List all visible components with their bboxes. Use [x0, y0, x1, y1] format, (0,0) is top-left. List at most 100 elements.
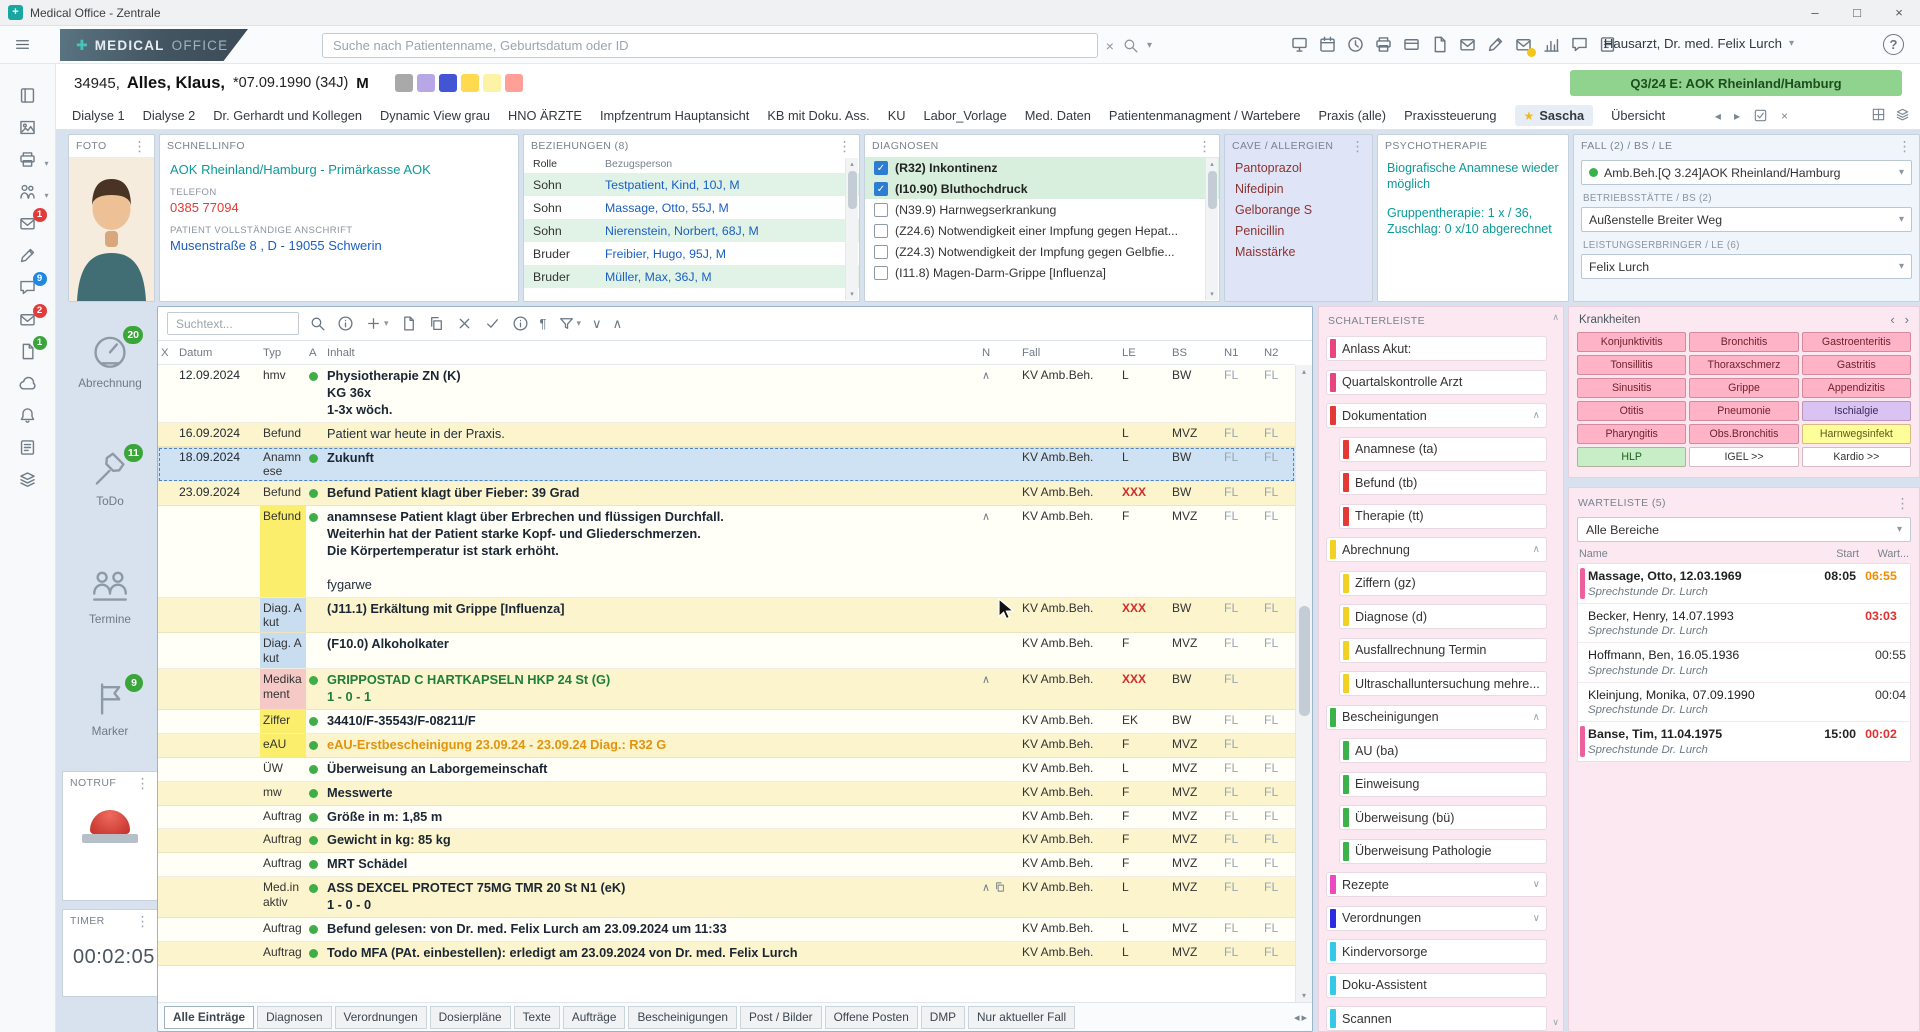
schalter-therapie-tt[interactable]: Therapie (tt) [1339, 504, 1547, 529]
scroll-thumb[interactable] [848, 171, 857, 209]
entry-details-button[interactable] [512, 315, 529, 332]
sign-icon[interactable] [1486, 35, 1505, 54]
timeline-row[interactable]: AuftragGröße in m: 1,85 mKV Amb.Beh.FMVZ… [158, 806, 1295, 830]
schalter-ultraschalluntersuchung-mehre[interactable]: Ultraschalluntersuchung mehre... [1339, 671, 1547, 696]
patient-record-icon[interactable] [17, 86, 39, 105]
krankheit-obs-bronchitis[interactable]: Obs.Bronchitis [1689, 424, 1798, 444]
tab-close-icon[interactable]: × [1781, 109, 1788, 123]
column-header-n2[interactable]: N2 [1261, 347, 1295, 359]
cloud-icon[interactable] [17, 374, 39, 393]
timeline-row[interactable]: Ziffer34410/F-35543/F-08211/FKV Amb.Beh.… [158, 710, 1295, 734]
krankheit-thoraxschmerz[interactable]: Thoraxschmerz [1689, 355, 1798, 375]
search-entries-button[interactable] [309, 315, 326, 332]
card-reader-icon[interactable] [1402, 35, 1421, 54]
layout-icon[interactable] [1895, 107, 1910, 122]
timeline-row[interactable]: ÜWÜberweisung an LaborgemeinschaftKV Amb… [158, 758, 1295, 782]
timeline-row[interactable]: AuftragMRT SchädelKV Amb.Beh.FMVZFLFL [158, 853, 1295, 877]
schalter-doku-assistent[interactable]: Doku-Assistent [1326, 973, 1547, 998]
column-header-x[interactable]: X [158, 347, 176, 359]
krankheit-bronchitis[interactable]: Bronchitis [1689, 332, 1798, 352]
patient-search-input[interactable] [322, 33, 1098, 58]
contacts-icon[interactable]: ▾ [17, 182, 39, 201]
emergency-button[interactable] [63, 810, 157, 843]
inbox-icon[interactable] [1514, 35, 1533, 54]
collapse-icon[interactable]: ∧ [982, 881, 990, 914]
tab-labor-vorlage[interactable]: Labor_Vorlage [924, 108, 1007, 123]
krankheit-tonsillitis[interactable]: Tonsillitis [1577, 355, 1686, 375]
print-icon[interactable]: ▾ [17, 150, 39, 169]
krankheit-ischialgie[interactable]: Ischialgie [1802, 401, 1911, 421]
linked-entry-icon[interactable] [994, 881, 1006, 914]
timeline-row[interactable]: 12.09.2024hmvPhysiotherapie ZN (K)KG 36x… [158, 365, 1295, 423]
archive-icon[interactable] [17, 470, 39, 489]
shortcut-marker[interactable]: 9Marker [62, 678, 158, 738]
timeline-row[interactable]: Diag. Akut(F10.0) AlkoholkaterKV Amb.Beh… [158, 633, 1295, 669]
column-header-a[interactable]: A [306, 347, 324, 359]
diagnose-checkbox[interactable]: ✓ [874, 161, 888, 175]
timeline-row[interactable]: eAUeAU-Erstbescheinigung 23.09.24 - 23.0… [158, 734, 1295, 758]
scroll-down-icon[interactable]: ▾ [1210, 290, 1214, 298]
scroll-thumb[interactable] [1208, 171, 1217, 209]
messages-icon[interactable] [1570, 35, 1589, 54]
scroll-down-icon[interactable]: ▾ [850, 290, 854, 298]
scroll-down-icon[interactable]: ∨ [1552, 1017, 1559, 1028]
krankheit-konjunktivitis[interactable]: Konjunktivitis [1577, 332, 1686, 352]
schalter-ueberweisung-bue[interactable]: Überweisung (bü) [1339, 805, 1547, 830]
patient-marker[interactable] [439, 74, 457, 92]
collapse-icon[interactable]: ∧ [982, 369, 990, 419]
chevron-down-icon[interactable]: ∨ [1533, 879, 1540, 890]
schalter-einweisung[interactable]: Einweisung [1339, 772, 1547, 797]
column-header-le[interactable]: LE [1119, 347, 1169, 359]
new-document-button[interactable] [400, 315, 417, 332]
allergy-item[interactable]: Gelborange S [1225, 199, 1372, 220]
shortcut-termine[interactable]: Termine [62, 566, 158, 626]
krankheit-otitis[interactable]: Otitis [1577, 401, 1686, 421]
timeline-row[interactable]: AuftragBefund gelesen: von Dr. med. Feli… [158, 918, 1295, 942]
search-icon[interactable] [1122, 37, 1139, 54]
footer-tab-dmp[interactable]: DMP [921, 1006, 965, 1029]
schalter-ausfallrechnung-termin[interactable]: Ausfallrechnung Termin [1339, 638, 1547, 663]
bs-select[interactable]: Außenstelle Breiter Weg▾ [1581, 207, 1912, 232]
warteliste-row[interactable]: Kleinjung, Monika, 07.09.1990Sprechstund… [1578, 683, 1910, 723]
scroll-up-icon[interactable]: ∧ [1552, 312, 1559, 323]
tab-dynamic-view-grau[interactable]: Dynamic View grau [380, 108, 490, 123]
schalter-kindervorsorge[interactable]: Kindervorsorge [1326, 939, 1547, 964]
krankheit-pneumonie[interactable]: Pneumonie [1689, 401, 1798, 421]
outbox-mail-icon[interactable]: 2 [17, 310, 39, 329]
footer-tab-texte[interactable]: Texte [514, 1006, 560, 1029]
allergy-item[interactable]: Maisstärke [1225, 241, 1372, 262]
footer-tab-nur-aktueller-fall[interactable]: Nur aktueller Fall [968, 1006, 1075, 1029]
scroll-down-icon[interactable]: ▾ [1302, 991, 1306, 1000]
timeline-search-input[interactable] [167, 312, 299, 335]
timeline-row[interactable]: Med.inaktivASS DEXCEL PROTECT 75MG TMR 2… [158, 877, 1295, 918]
printer-icon[interactable] [1374, 35, 1393, 54]
tab-dr-gerhardt-und-kollegen[interactable]: Dr. Gerhardt und Kollegen [213, 108, 362, 123]
warteliste-row[interactable]: Hoffmann, Ben, 16.05.1936Sprechstunde Dr… [1578, 643, 1910, 683]
column-header-typ[interactable]: Typ [260, 347, 306, 359]
patient-marker[interactable] [505, 74, 523, 92]
footer-tab-dosierplaene[interactable]: Dosierpläne [430, 1006, 511, 1029]
scroll-thumb[interactable] [1299, 606, 1310, 716]
tab-praxis-alle[interactable]: Praxis (alle) [1319, 108, 1387, 123]
forms-icon[interactable]: 1 [17, 342, 39, 361]
column-header-inhalt[interactable]: Inhalt [324, 347, 979, 359]
krankheit-grippe[interactable]: Grippe [1689, 378, 1798, 398]
footer-tab-diagnosen[interactable]: Diagnosen [257, 1006, 331, 1029]
shortcut-abrechnung[interactable]: 20Abrechnung [62, 330, 158, 390]
tab-ku[interactable]: KU [888, 108, 906, 123]
timeline-row[interactable]: 23.09.2024BefundBefund Patient klagt übe… [158, 482, 1295, 506]
fall-menu-icon[interactable]: ⋮ [1898, 139, 1912, 153]
add-view-icon[interactable] [1871, 107, 1886, 122]
krankheit-sinusitis[interactable]: Sinusitis [1577, 378, 1686, 398]
foto-menu-icon[interactable]: ⋮ [133, 139, 147, 153]
help-button[interactable]: ? [1883, 34, 1904, 55]
beziehung-row[interactable]: SohnNierenstein, Norbert, 68J, M [524, 219, 859, 242]
allergy-item[interactable]: Penicillin [1225, 220, 1372, 241]
warteliste-filter-select[interactable]: Alle Bereiche▾ [1577, 517, 1911, 542]
le-select[interactable]: Felix Lurch▾ [1581, 254, 1912, 279]
chevron-up-icon[interactable]: ∧ [1533, 544, 1540, 555]
phone-number[interactable]: 0385 77094 [170, 200, 508, 215]
schalter-anamnese-ta[interactable]: Anamnese (ta) [1339, 437, 1547, 462]
diagnose-item[interactable]: (Z24.6) Notwendigkeit einer Impfung gege… [865, 220, 1219, 241]
patient-marker[interactable] [395, 74, 413, 92]
